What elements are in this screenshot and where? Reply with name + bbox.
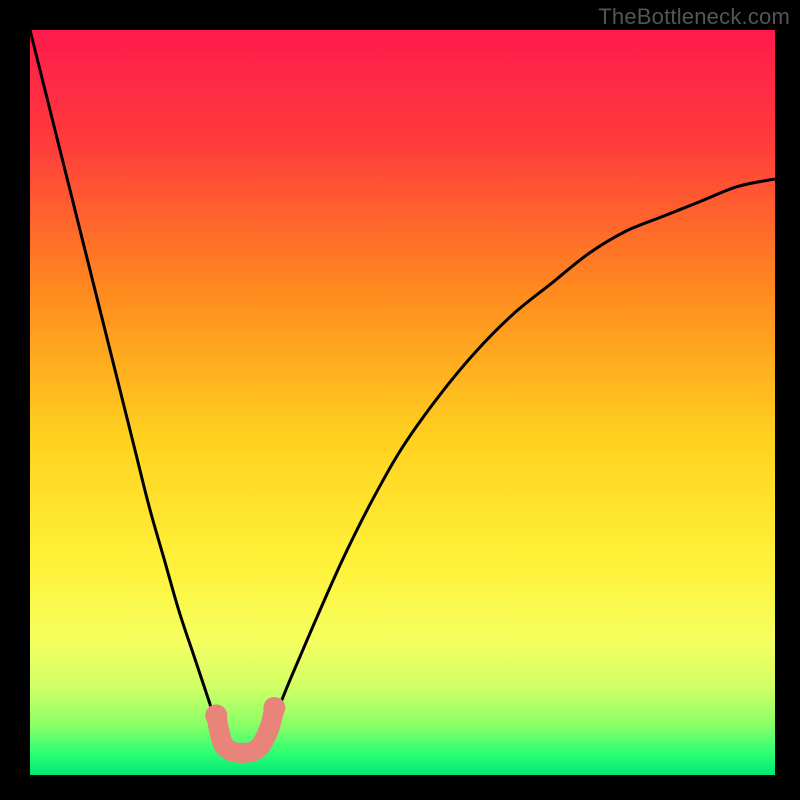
chart-frame: TheBottleneck.com <box>0 0 800 800</box>
sweet-spot-endpoint <box>263 697 285 719</box>
chart-svg <box>30 30 775 775</box>
watermark-text: TheBottleneck.com <box>598 4 790 30</box>
sweet-spot-endpoint <box>205 704 227 726</box>
plot-area <box>30 30 775 775</box>
gradient-background <box>30 30 775 775</box>
